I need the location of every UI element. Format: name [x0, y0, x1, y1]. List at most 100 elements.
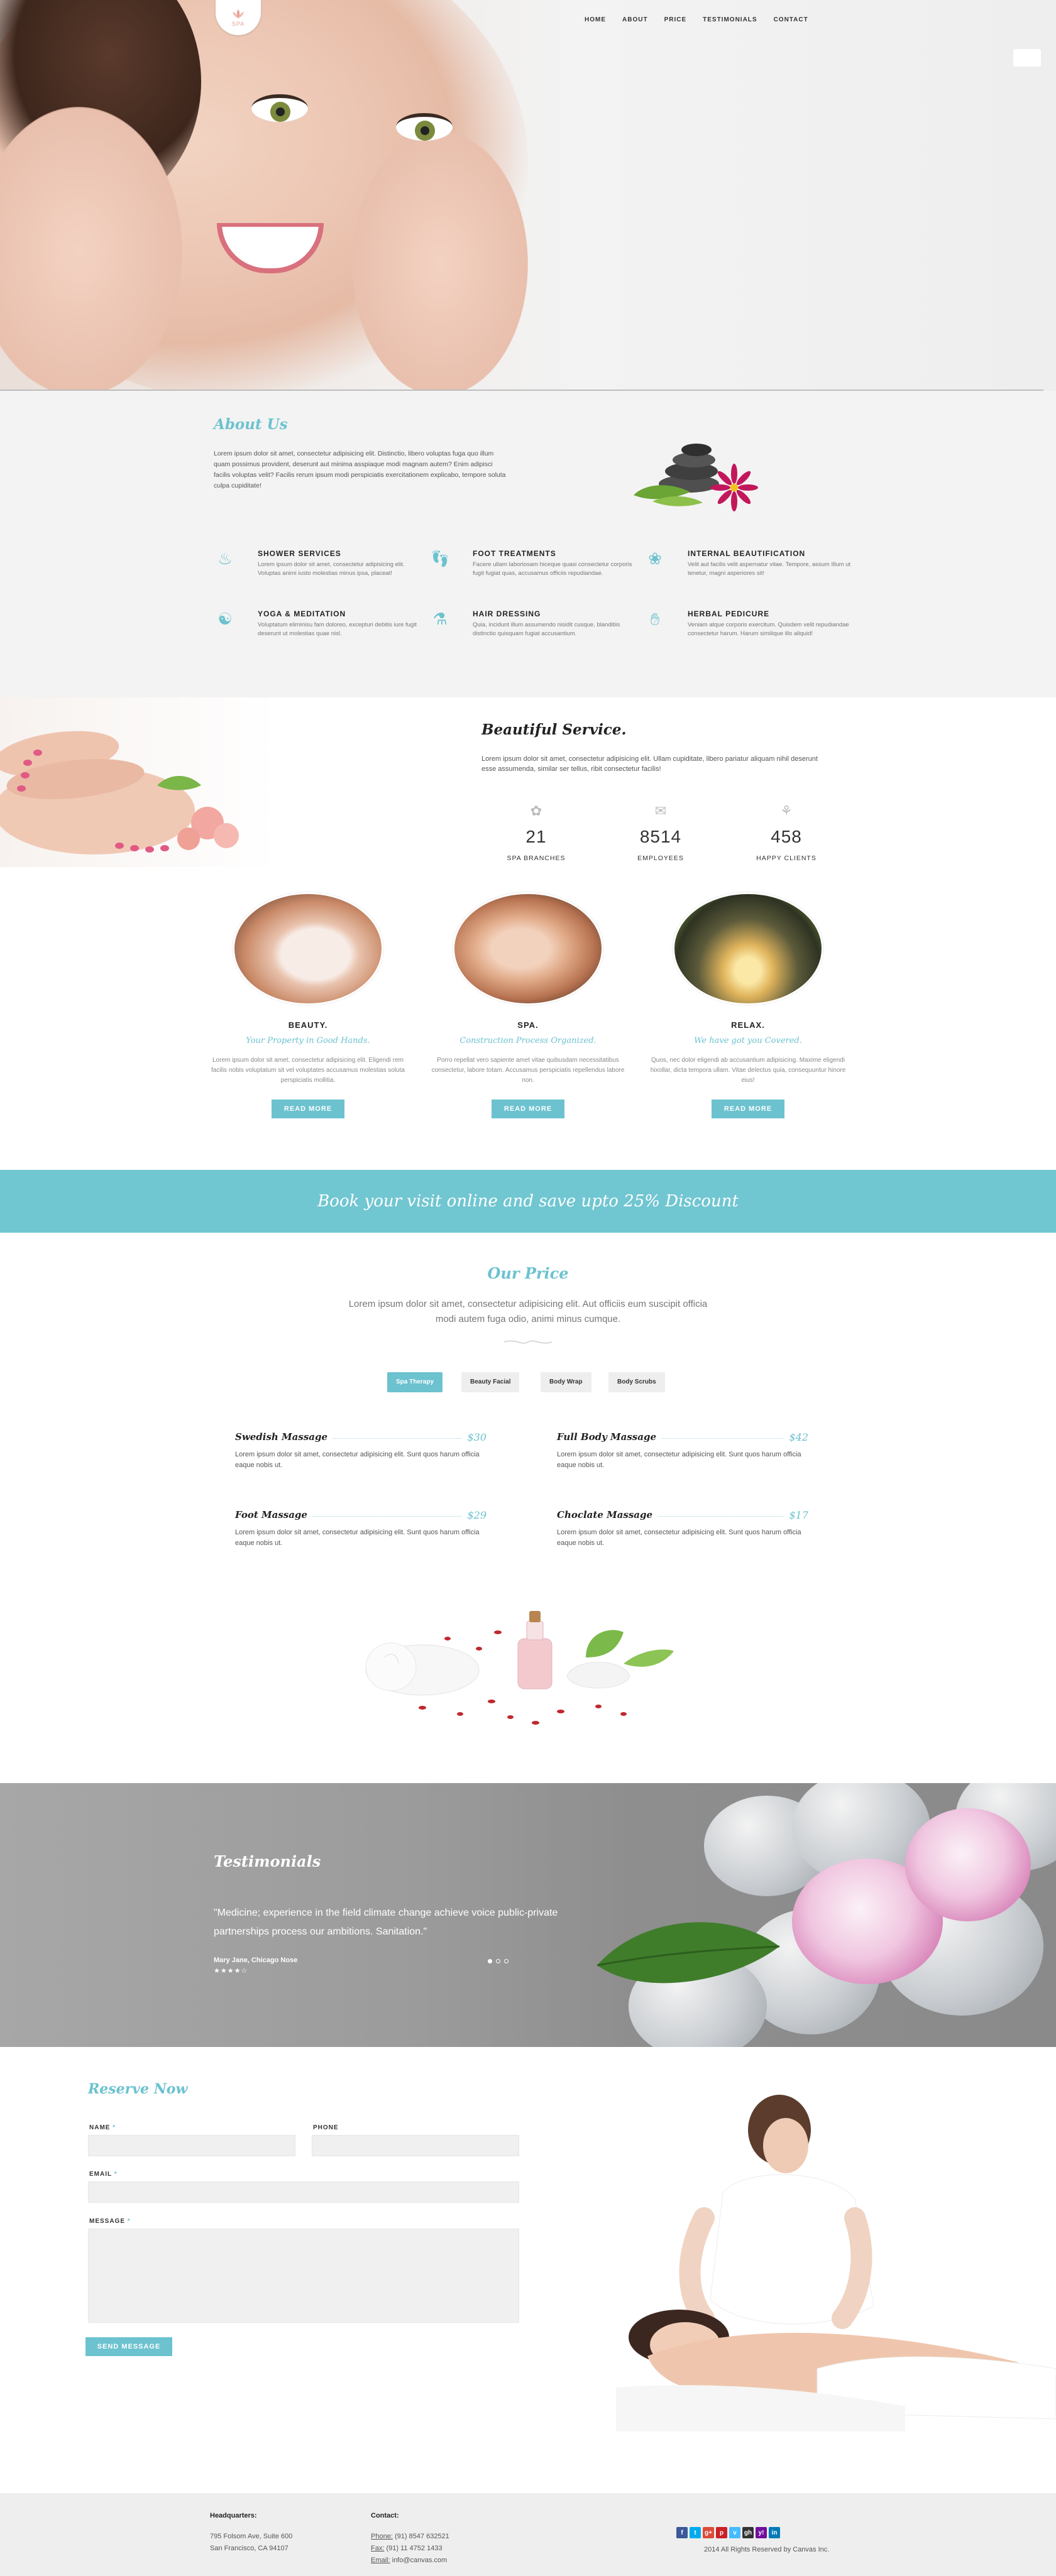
- phone-input[interactable]: [312, 2135, 519, 2156]
- feature-text: Quia, incidunt illum assumendo nisidit c…: [473, 621, 620, 637]
- bottles-icon: ⚗: [432, 609, 448, 628]
- lotus-logo-icon: [233, 9, 244, 18]
- hero-right-hand-image: [352, 132, 528, 391]
- beauty-facial-image: [233, 892, 383, 1005]
- price-item-full-body-massage: Full Body Massage $42 Lorem ipsum dolor …: [557, 1431, 808, 1471]
- shower-icon: ♨: [217, 549, 233, 568]
- feet-image: [0, 697, 277, 867]
- flower-icon: ✿: [530, 803, 542, 819]
- price-title: Our Price: [487, 1264, 569, 1282]
- tab-body-scrubs[interactable]: Body Scrubs: [608, 1372, 665, 1392]
- leaf-image: [597, 1922, 780, 1984]
- counter-value: 458: [771, 827, 802, 846]
- footer-hq-title: Headquarters:: [210, 2512, 257, 2519]
- linkedin-icon[interactable]: in: [769, 2527, 780, 2538]
- about-text: Lorem ipsum dolor sit amet, consectetur …: [214, 450, 506, 489]
- carousel-dots: [488, 1959, 509, 1963]
- price-item-price: $17: [784, 1509, 808, 1521]
- footer-phone: Phone: (91) 8547 632521: [371, 2533, 449, 2540]
- read-more-button[interactable]: READ MORE: [492, 1100, 564, 1118]
- service-text: Quos, nec dolor eligendi ab accusantium …: [650, 1057, 846, 1084]
- nav-item-contact[interactable]: CONTACT: [774, 16, 808, 23]
- counter-value: 8514: [639, 827, 682, 846]
- carousel-dot[interactable]: [496, 1959, 500, 1963]
- pinterest-icon[interactable]: p: [716, 2527, 727, 2538]
- feature-text: Voluptatum eliminisu fam doloreo, except…: [258, 621, 417, 637]
- price-item-name: Foot Massage: [235, 1509, 312, 1520]
- footer-contact-title: Contact:: [371, 2512, 399, 2519]
- nav-item-about[interactable]: ABOUT: [622, 16, 648, 23]
- footer-fax: Fax: (91) 11 4752 1433: [371, 2545, 443, 2552]
- email-input[interactable]: [88, 2181, 519, 2203]
- counter-spa-branches: ✿ 21 SPA BRANCHES: [495, 803, 577, 862]
- discount-banner[interactable]: Book your visit online and save upto 25%…: [0, 1170, 1056, 1233]
- tab-spa-therapy[interactable]: Spa Therapy: [387, 1372, 443, 1392]
- name-input[interactable]: [88, 2135, 295, 2156]
- feature-title: FOOT TREATMENTS: [473, 549, 556, 558]
- logo-text: SPA: [231, 21, 245, 27]
- price-item-foot-massage: Foot Massage $29 Lorem ipsum dolor sit a…: [235, 1509, 487, 1549]
- feature-title: YOGA & MEDITATION: [258, 609, 346, 618]
- chat-icon: ✉: [654, 803, 667, 819]
- price-item-name: Full Body Massage: [557, 1431, 661, 1443]
- service-subtitle: Your Property in Good Hands.: [246, 1036, 370, 1045]
- yahoo-icon[interactable]: y!: [756, 2527, 767, 2538]
- service-card-beauty: BEAUTY. Your Property in Good Hands. Lor…: [207, 892, 409, 1118]
- hero-right-eye-image: [396, 113, 453, 141]
- spa-stones-image: [634, 444, 758, 511]
- message-label: MESSAGE *: [89, 2218, 131, 2225]
- service-title: SPA.: [517, 1020, 539, 1030]
- footer-email[interactable]: Email: info@canvas.com: [371, 2555, 447, 2567]
- vimeo-icon[interactable]: v: [729, 2527, 740, 2538]
- yoga-icon: ☯: [217, 609, 233, 628]
- nav-item-price[interactable]: PRICE: [664, 16, 687, 23]
- price-item-text: Lorem ipsum dolor sit amet, consectetur …: [557, 1529, 801, 1547]
- service-title: BEAUTY.: [288, 1020, 328, 1030]
- footer-hq-line2: San Francisco, CA 94107: [210, 2545, 289, 2552]
- read-more-button[interactable]: READ MORE: [272, 1100, 344, 1118]
- rating-stars: ★★★★☆: [214, 1967, 248, 1975]
- orchid-image: [905, 1808, 1031, 1921]
- price-item-name: Choclate Massage: [557, 1509, 658, 1520]
- feature-title: INTERNAL BEAUTIFICATION: [688, 549, 806, 558]
- price-item-price: $29: [462, 1509, 487, 1521]
- hand-icon: ✋︎: [650, 609, 660, 628]
- service-subtitle: We have got you Covered.: [694, 1036, 802, 1045]
- testimonial-quote: "Medicine; experience in the field clima…: [214, 1907, 558, 1937]
- price-subtitle: Lorem ipsum dolor sit amet, consectetur …: [348, 1299, 708, 1324]
- read-more-button[interactable]: READ MORE: [712, 1100, 784, 1118]
- counter-employees: ✉ 8514 EMPLOYEES: [620, 803, 701, 862]
- github-icon[interactable]: gh: [742, 2527, 754, 2538]
- price-item-text: Lorem ipsum dolor sit amet, consectetur …: [557, 1451, 801, 1469]
- send-message-button[interactable]: SEND MESSAGE: [85, 2337, 172, 2356]
- counter-value: 21: [525, 827, 547, 846]
- service-subtitle: Construction Process Organized.: [459, 1036, 597, 1045]
- facebook-icon[interactable]: f: [676, 2527, 688, 2538]
- carousel-dot[interactable]: [504, 1959, 509, 1963]
- service-card-spa: SPA. Construction Process Organized. Por…: [427, 892, 629, 1118]
- counter-label: HAPPY CLIENTS: [756, 854, 817, 862]
- feature-text: Lorem ipsum dolor sit amet, consectetur …: [258, 561, 405, 577]
- email-label: EMAIL *: [89, 2171, 118, 2178]
- site-footer: [0, 2493, 1056, 2576]
- carousel-dot[interactable]: [488, 1959, 492, 1963]
- message-textarea[interactable]: [88, 2229, 519, 2323]
- counter-label: EMPLOYEES: [637, 854, 684, 862]
- tab-body-wrap[interactable]: Body Wrap: [541, 1372, 591, 1392]
- reserve-title: Reserve Now: [88, 2081, 188, 2097]
- service-text: Lorem ipsum dolor sit amet, consectetur …: [211, 1057, 405, 1084]
- twitter-icon[interactable]: t: [690, 2527, 701, 2538]
- counter-label: SPA BRANCHES: [507, 854, 566, 862]
- copyright-text: 2014 All Rights Reserved by Canvas Inc.: [704, 2546, 830, 2553]
- feet-icon: 👣︎: [429, 549, 451, 568]
- googleplus-icon[interactable]: g+: [703, 2527, 714, 2538]
- testimonial-title: Testimonials: [214, 1852, 321, 1870]
- nav-item-testimonials[interactable]: TESTIMONIALS: [703, 16, 757, 23]
- relax-candles-image: [673, 892, 823, 1005]
- side-panel-toggle[interactable]: [1013, 49, 1041, 67]
- nav-item-home[interactable]: HOME: [585, 16, 606, 23]
- service-card-relax: RELAX. We have got you Covered. Quos, ne…: [647, 892, 849, 1118]
- name-label: NAME *: [89, 2124, 116, 2131]
- tab-beauty-facial[interactable]: Beauty Facial: [461, 1372, 520, 1392]
- social-links: f t g+ p v gh y! in: [676, 2527, 780, 2538]
